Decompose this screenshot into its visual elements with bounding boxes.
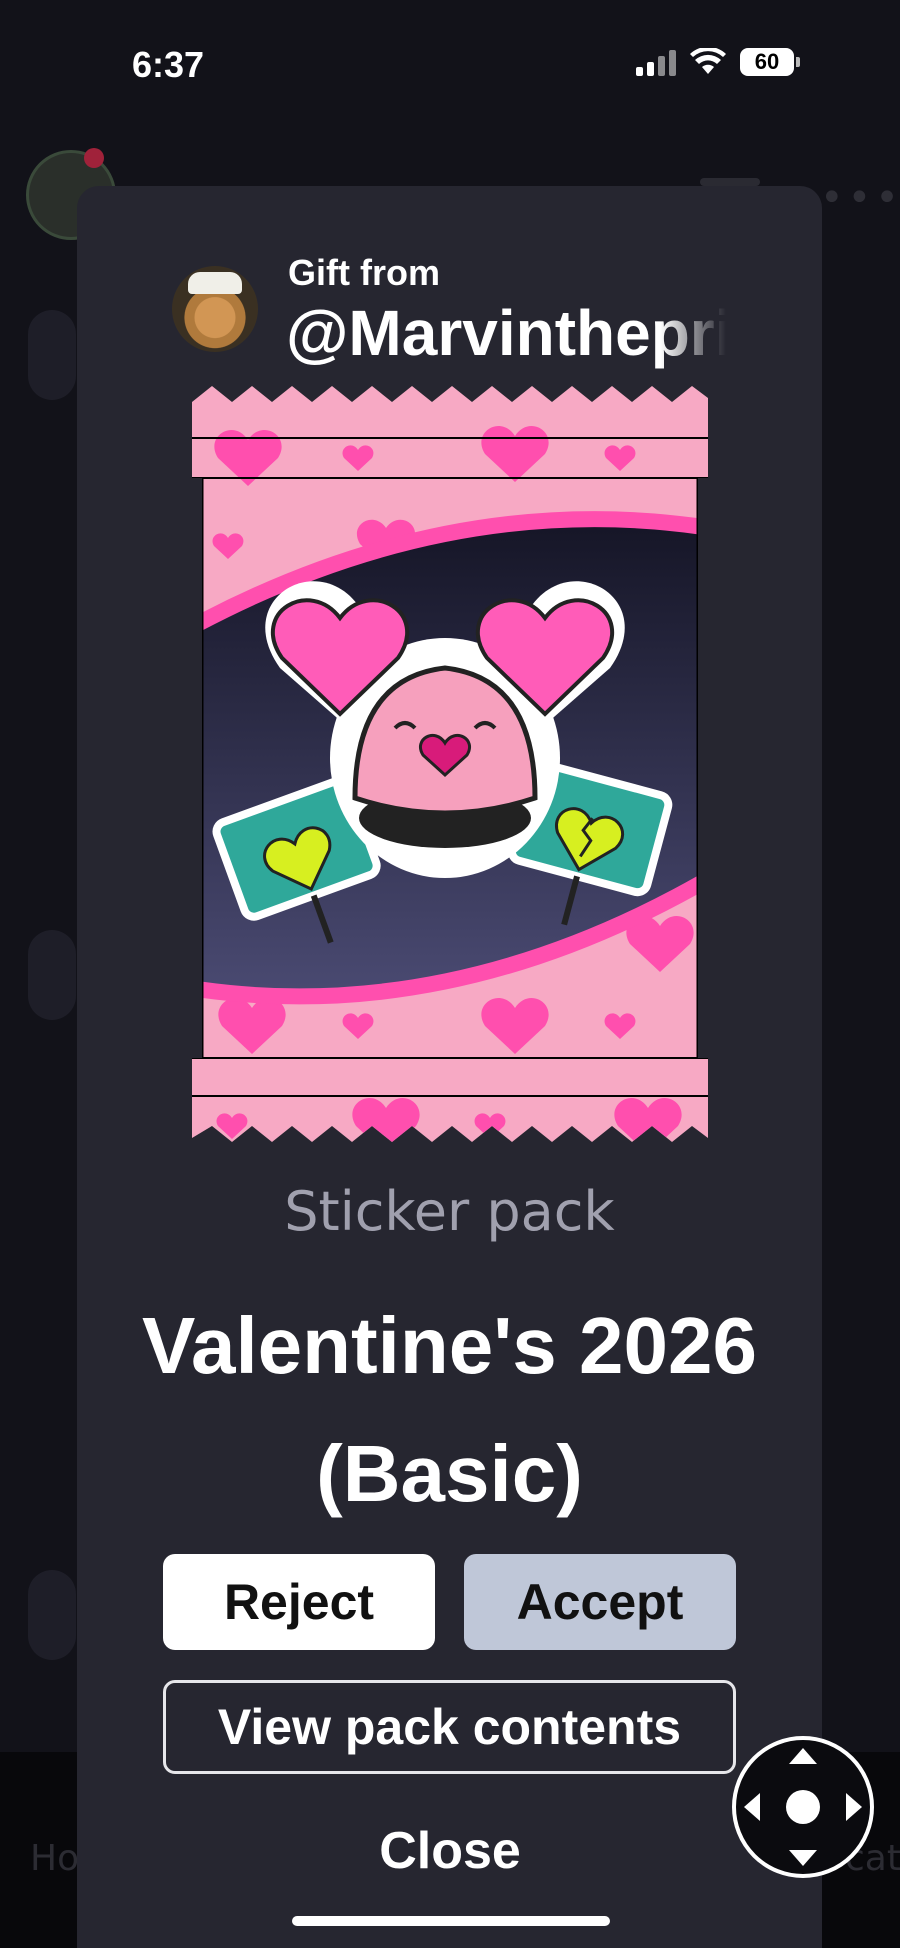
arrow-right-icon[interactable] [846,1793,862,1821]
sender-avatar[interactable] [172,266,258,352]
signal-icon [636,48,676,76]
gift-from-label: Gift from [288,252,440,293]
sender-username[interactable]: @Marvintheprince [286,296,726,370]
arrow-down-icon[interactable] [789,1850,817,1866]
home-indicator [292,1916,610,1926]
battery-icon: 60 [740,48,800,76]
dpad-control-icon[interactable] [732,1736,874,1878]
pack-title: Valentine's 2026 (Basic) [142,1301,757,1518]
more-icon: ••• [820,175,900,221]
view-pack-contents-button[interactable]: View pack contents [163,1680,736,1774]
arrow-up-icon[interactable] [789,1748,817,1764]
arrow-left-icon[interactable] [744,1793,760,1821]
background-thumb [28,1570,76,1660]
background-tab-label: Ho [30,1838,80,1879]
background-thumb [28,310,76,400]
menu-icon [700,178,760,186]
notification-dot [84,148,104,168]
dpad-center-icon[interactable] [786,1790,820,1824]
reject-button[interactable]: Reject [163,1554,435,1650]
pack-type-label: Sticker pack [284,1180,615,1243]
background-thumb [28,930,76,1020]
close-button[interactable]: Close [300,1810,600,1892]
status-time: 6:37 [132,44,205,85]
wifi-icon [690,48,726,74]
sticker-pack-image [192,386,708,1142]
status-icons: 60 [636,48,800,76]
accept-button[interactable]: Accept [464,1554,736,1650]
